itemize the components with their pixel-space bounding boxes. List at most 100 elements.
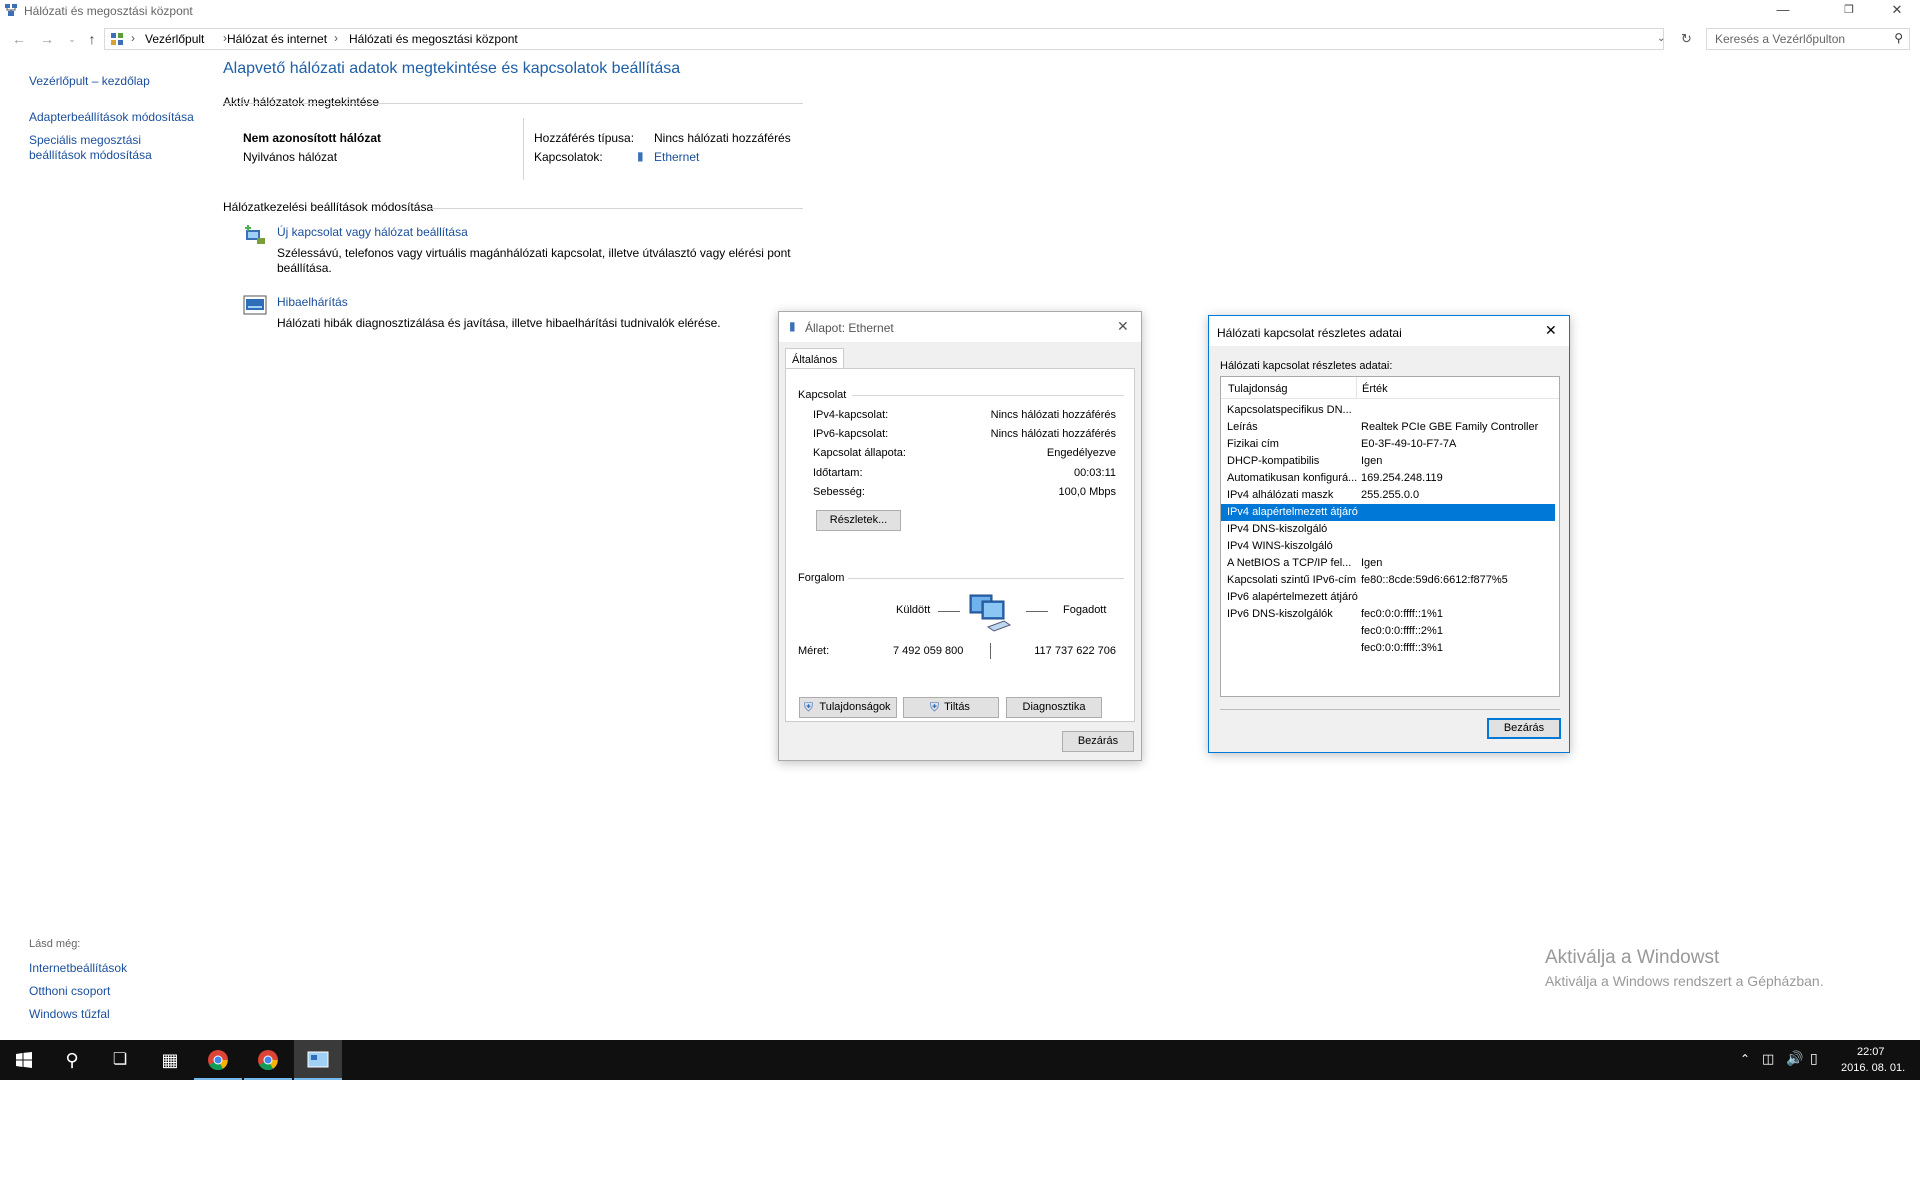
forward-arrow-icon[interactable]: →	[37, 30, 57, 48]
breadcrumb-item[interactable]: Hálózati és megosztási központ	[349, 32, 518, 46]
list-item[interactable]: IPv4 alapértelmezett átjáró	[1221, 504, 1555, 521]
chrome-logo-icon	[258, 1050, 278, 1071]
properties-button[interactable]: ⛨ Tulajdonságok	[799, 697, 897, 718]
action-center-icon[interactable]: ▯	[1810, 1050, 1818, 1067]
column-divider[interactable]	[1356, 377, 1357, 399]
column-header-value[interactable]: Érték	[1362, 383, 1388, 395]
troubleshoot-icon	[243, 295, 267, 315]
ipv6-label: IPv6-kapcsolat:	[813, 428, 889, 440]
list-item[interactable]: IPv6 alapértelmezett átjáró	[1221, 589, 1555, 606]
property-cell: IPv4 WINS-kiszolgáló	[1227, 540, 1333, 552]
see-also-firewall[interactable]: Windows tűzfal	[29, 1007, 110, 1021]
control-panel-icon	[111, 33, 123, 45]
ipv6-value: Nincs hálózati hozzáférés	[990, 428, 1116, 440]
chrome-app-icon[interactable]	[194, 1040, 242, 1080]
list-item[interactable]: IPv4 DNS-kiszolgáló	[1221, 521, 1555, 538]
active-networks-heading: Aktív hálózatok megtekintése	[223, 95, 380, 109]
list-item[interactable]: Leírás Realtek PCIe GBE Family Controller	[1221, 419, 1555, 436]
list-item[interactable]: DHCP-kompatibilis Igen	[1221, 453, 1555, 470]
troubleshoot-description: Hálózati hibák diagnosztizálása és javít…	[277, 316, 721, 330]
disable-button[interactable]: ⛨ Tiltás	[903, 697, 999, 718]
divider	[223, 103, 803, 104]
property-cell: Kapcsolati szintű IPv6-cím	[1227, 574, 1356, 586]
show-hidden-icons[interactable]: ⌃	[1740, 1052, 1750, 1066]
divider	[848, 578, 1124, 579]
activity-group-label: Forgalom	[798, 572, 845, 584]
address-dropdown-icon[interactable]: ⌄	[1657, 33, 1665, 44]
list-item[interactable]: fec0:0:0:ffff::3%1	[1221, 640, 1555, 657]
close-window-button[interactable]: ✕	[1874, 0, 1920, 22]
list-header: Tulajdonság Érték	[1221, 377, 1559, 399]
list-item[interactable]: Kapcsolati szintű IPv6-cím fe80::8cde:59d…	[1221, 572, 1555, 589]
navigation-bar: ← → ⌄ ↑ › Vezérlőpult › Hálózat és inter…	[0, 26, 1920, 52]
ethernet-icon: ▮	[637, 149, 644, 163]
close-icon[interactable]: ✕	[1117, 318, 1129, 335]
list-item[interactable]: IPv4 WINS-kiszolgáló	[1221, 538, 1555, 555]
back-arrow-icon[interactable]: ←	[9, 30, 29, 48]
details-close-button[interactable]: Bezárás	[1487, 718, 1561, 739]
activation-watermark-title: Aktiválja a Windowst	[1545, 947, 1720, 968]
value-cell: fec0:0:0:ffff::3%1	[1361, 642, 1443, 654]
sidebar-item-adapter[interactable]: Adapterbeállítások módosítása	[29, 110, 194, 124]
value-cell: Igen	[1361, 455, 1383, 467]
refresh-icon[interactable]: ↻	[1681, 31, 1692, 47]
details-dialog-titlebar: Hálózati kapcsolat részletes adatai ✕	[1209, 316, 1569, 346]
sidebar-item-sharing[interactable]: Speciális megosztási	[29, 133, 141, 147]
status-close-button[interactable]: Bezárás	[1062, 731, 1134, 752]
network-type: Nyilvános hálózat	[243, 150, 338, 164]
list-item[interactable]: IPv4 alhálózati maszk 255.255.0.0	[1221, 487, 1555, 504]
calculator-app-icon[interactable]: ▦	[146, 1040, 194, 1080]
search-input[interactable]: Keresés a Vezérlőpulton ⚲	[1706, 28, 1910, 50]
breadcrumb-item[interactable]: Vezérlőpult	[145, 32, 204, 46]
new-connection-description: Szélessávú, telefonos vagy virtuális mag…	[277, 246, 791, 260]
start-button[interactable]	[0, 1040, 48, 1080]
divider	[430, 208, 803, 209]
sidebar-item-sharing-2[interactable]: beállítások módosítása	[29, 148, 152, 162]
control-panel-app-icon[interactable]	[294, 1040, 342, 1080]
restore-button[interactable]: ❐	[1826, 0, 1872, 22]
breadcrumb-item[interactable]: Hálózat és internet	[227, 32, 327, 46]
window-title: Hálózati és megosztási központ	[24, 4, 193, 18]
list-item[interactable]: Kapcsolatspecifikus DN...	[1221, 402, 1555, 419]
chrome-app-icon-2[interactable]	[244, 1040, 292, 1080]
clock-date[interactable]: 2016. 08. 01.	[1841, 1062, 1905, 1074]
new-connection-link[interactable]: Új kapcsolat vagy hálózat beállítása	[277, 225, 468, 239]
vertical-divider	[523, 118, 524, 180]
task-view-icon[interactable]: ❏	[96, 1040, 144, 1080]
troubleshoot-link[interactable]: Hibaelhárítás	[277, 295, 348, 309]
diagnose-button[interactable]: Diagnosztika	[1006, 697, 1102, 718]
sidebar-item-home[interactable]: Vezérlőpult – kezdőlap	[29, 74, 150, 88]
media-state-label: Kapcsolat állapota:	[813, 447, 906, 459]
minimize-button[interactable]: —	[1760, 0, 1806, 22]
ethernet-link[interactable]: Ethernet	[654, 150, 699, 164]
clock-time[interactable]: 22:07	[1857, 1046, 1885, 1058]
see-also-internet-options[interactable]: Internetbeállítások	[29, 961, 127, 975]
see-also-homegroup[interactable]: Otthoni csoport	[29, 984, 110, 998]
list-item[interactable]: IPv6 DNS-kiszolgálók fec0:0:0:ffff::1%1	[1221, 606, 1555, 623]
control-panel-icon	[307, 1051, 329, 1068]
search-taskbar-icon[interactable]: ⚲	[48, 1040, 96, 1080]
column-header-property[interactable]: Tulajdonság	[1228, 383, 1288, 395]
speed-label: Sebesség:	[813, 486, 865, 498]
network-tray-icon[interactable]: ◫	[1762, 1051, 1774, 1067]
value-cell: 255.255.0.0	[1361, 489, 1420, 501]
list-item[interactable]: Automatikusan konfigurá... 169.254.248.11…	[1221, 470, 1555, 487]
volume-icon[interactable]: 🔊	[1786, 1050, 1803, 1067]
details-list[interactable]: Tulajdonság Érték Kapcsolatspecifikus DN…	[1220, 376, 1560, 697]
list-item[interactable]: fec0:0:0:ffff::2%1	[1221, 623, 1555, 640]
value-cell: 169.254.248.119	[1361, 472, 1443, 484]
connection-group-label: Kapcsolat	[798, 389, 847, 401]
recent-chevron-icon[interactable]: ⌄	[62, 30, 82, 48]
up-arrow-icon[interactable]: ↑	[82, 30, 102, 48]
value-cell: fec0:0:0:ffff::1%1	[1361, 608, 1443, 620]
activation-watermark-text: Aktiválja a Windows rendszert a Gépházba…	[1545, 973, 1824, 989]
list-item[interactable]: Fizikai cím E0-3F-49-10-F7-7A	[1221, 436, 1555, 453]
address-bar[interactable]: › Vezérlőpult › Hálózat és internet › Há…	[104, 28, 1692, 50]
details-button[interactable]: Részletek...	[816, 510, 901, 531]
tab-general[interactable]: Általános	[785, 348, 844, 369]
property-cell: IPv4 DNS-kiszolgáló	[1227, 523, 1328, 535]
bytes-received-value: 117 737 622 706	[1034, 645, 1116, 657]
details-dialog: Hálózati kapcsolat részletes adatai ✕ Há…	[1208, 315, 1570, 753]
list-item[interactable]: A NetBIOS a TCP/IP fel... Igen	[1221, 555, 1555, 572]
close-icon[interactable]: ✕	[1545, 322, 1557, 339]
